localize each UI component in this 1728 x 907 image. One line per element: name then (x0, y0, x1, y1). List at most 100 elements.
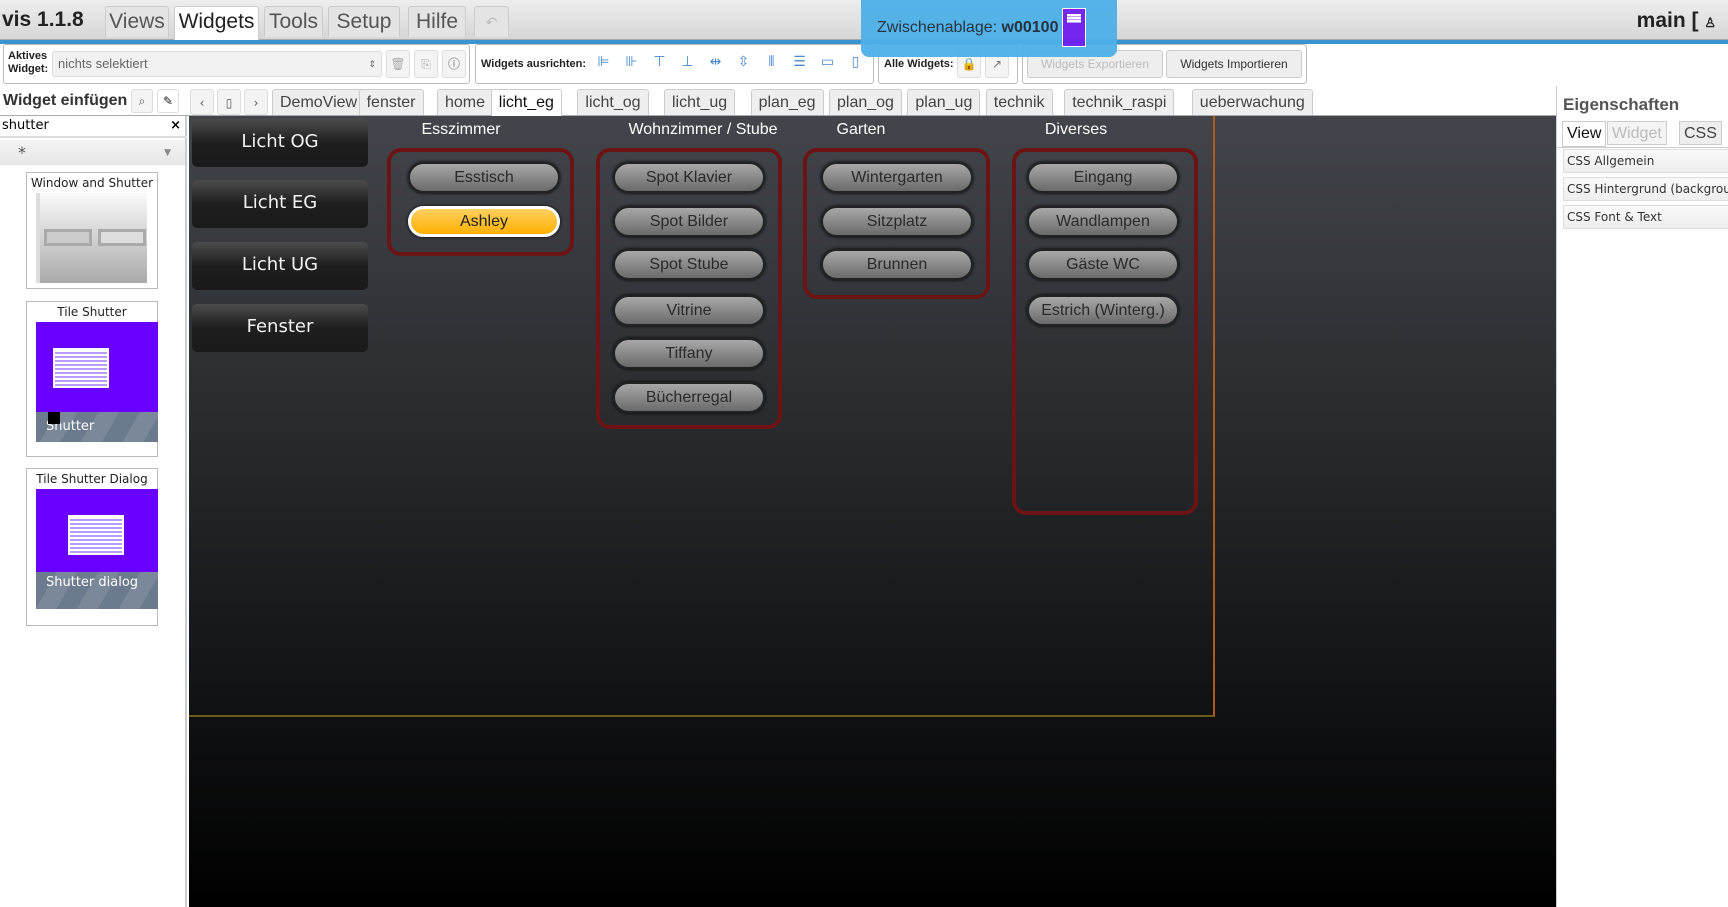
light-toggle-button[interactable]: Tiffany (613, 338, 765, 369)
section-css-allgemein[interactable]: CSS Allgemein (1563, 149, 1728, 173)
light-toggle-button[interactable]: Eingang (1027, 162, 1179, 193)
light-toggle-button[interactable]: Wintergarten (821, 162, 973, 193)
view-tab-licht_eg[interactable]: licht_eg (490, 89, 562, 117)
divider (1557, 147, 1728, 148)
shutter-icon (98, 229, 146, 246)
align-center-h-icon[interactable]: ⇹ (706, 54, 725, 70)
tile-preview: Shutter (36, 322, 158, 442)
light-toggle-button[interactable]: Brunnen (821, 249, 973, 280)
widget-palette: shutter × * ▼ Window and Shutter Tile Shut… (0, 116, 187, 907)
properties-title: Eigenschaften (1563, 95, 1680, 114)
menu-widgets[interactable]: Widgets (174, 6, 259, 41)
widget-card-tile-shutter-dialog[interactable]: Tile Shutter Dialog Shutter dialog (26, 468, 158, 626)
group-title: Esszimmer (421, 121, 501, 138)
view-tab-home[interactable]: home (437, 89, 494, 115)
tag-icon[interactable]: ✎ (157, 89, 179, 113)
active-widget-group: Aktives Widget: nichts selektiert ⇕ 🗑 ⎘ ⓘ (3, 44, 470, 84)
group-title: Garten (836, 121, 886, 138)
section-css-font[interactable]: CSS Font & Text (1563, 205, 1728, 229)
delete-icon[interactable]: 🗑 (386, 50, 410, 78)
distribute-h-icon[interactable]: ⫴ (762, 54, 781, 70)
align-top-icon[interactable]: ⊤ (650, 54, 669, 70)
view-tab-DemoView[interactable]: DemoView (272, 89, 366, 115)
distribute-v-icon[interactable]: ☰ (790, 54, 809, 70)
filter-value: shutter (2, 118, 49, 133)
light-toggle-button[interactable]: Esstisch (408, 162, 560, 193)
view-tab-fenster[interactable]: fenster (358, 89, 424, 115)
filter-input[interactable]: shutter × (0, 118, 187, 138)
nav-button-2[interactable]: Licht UG (192, 242, 368, 290)
align-icons: ⊫ ⊪ ⊤ ⊥ ⇹ ⇳ ⫴ ☰ ▭ ▯ (594, 54, 865, 70)
group-title: Diverses (1044, 121, 1108, 138)
undo-icon[interactable]: ↶ (474, 6, 509, 37)
app-title: vis 1.1.8 (2, 8, 84, 31)
widget-set-select[interactable]: * ▼ (0, 140, 185, 165)
align-right-icon[interactable]: ⊪ (622, 54, 641, 70)
search-icon[interactable]: ⌕ (131, 89, 153, 113)
info-icon[interactable]: ⓘ (442, 50, 466, 78)
light-toggle-button[interactable]: Ashley (408, 206, 560, 237)
menu-hilfe[interactable]: Hilfe (408, 6, 466, 37)
label-line-2: Widget: (8, 63, 49, 75)
chevron-right-icon[interactable]: › (244, 89, 268, 115)
import-widgets-button[interactable]: Widgets Importieren (1166, 50, 1302, 78)
label-line-1: Aktives (8, 50, 48, 62)
view-tab-technik_raspi[interactable]: technik_raspi (1064, 89, 1175, 115)
widget-card-window-shutter[interactable]: Window and Shutter (26, 172, 158, 289)
set-value: * (18, 143, 26, 162)
blind-icon (68, 515, 124, 555)
menu-tools[interactable]: Tools (264, 6, 323, 37)
same-width-icon[interactable]: ▭ (818, 54, 837, 70)
tab-css[interactable]: CSS (1679, 121, 1722, 145)
clipboard-icon[interactable]: ▯ (217, 89, 241, 115)
view-tab-plan_eg[interactable]: plan_eg (750, 89, 824, 115)
align-label: Widgets ausrichten: (481, 58, 587, 70)
widget-card-tile-shutter[interactable]: Tile Shutter Shutter (26, 301, 158, 457)
properties-panel: Eigenschaften View Widget CSS CSS Allgem… (1556, 86, 1728, 907)
clipboard-value: w00100 (1001, 19, 1059, 36)
section-css-background[interactable]: CSS Hintergrund (background) (1563, 177, 1728, 201)
light-toggle-button[interactable]: Sitzplatz (821, 206, 973, 237)
blind-icon (53, 348, 109, 388)
clipboard-text: Zwischenablage: w00100 (877, 19, 1058, 37)
clear-icon[interactable]: × (170, 118, 181, 133)
align-center-v-icon[interactable]: ⇳ (734, 54, 753, 70)
chevron-updown-icon: ⇕ (368, 59, 376, 69)
light-toggle-button[interactable]: Vitrine (613, 295, 765, 326)
tab-widget[interactable]: Widget (1607, 121, 1667, 145)
view-tab-ueberwachung[interactable]: ueberwachung (1191, 89, 1313, 115)
view-tab-plan_ug[interactable]: plan_ug (907, 89, 981, 115)
card-title: Tile Shutter (57, 305, 127, 319)
tile-caption: Shutter dialog (36, 572, 158, 609)
menu-setup[interactable]: Setup (328, 6, 400, 37)
active-widget-select[interactable]: nichts selektiert ⇕ (52, 51, 382, 77)
clipboard-widget-preview (1062, 8, 1086, 47)
light-toggle-button[interactable]: Spot Bilder (613, 206, 765, 237)
tab-view[interactable]: View (1562, 121, 1607, 147)
light-toggle-button[interactable]: Wandlampen (1027, 206, 1179, 237)
light-toggle-button[interactable]: Estrich (Winterg.) (1027, 295, 1179, 326)
light-toggle-button[interactable]: Bücherregal (613, 382, 765, 413)
user-icon: ♙ (1704, 15, 1716, 30)
select-value: nichts selektiert (58, 56, 148, 71)
light-toggle-button[interactable]: Spot Stube (613, 249, 765, 280)
menu-views[interactable]: Views (105, 6, 169, 37)
nav-button-1[interactable]: Licht EG (192, 180, 368, 228)
align-bottom-icon[interactable]: ⊥ (678, 54, 697, 70)
same-height-icon[interactable]: ▯ (846, 54, 865, 70)
card-title: Window and Shutter (30, 176, 154, 190)
view-tab-licht_ug[interactable]: licht_ug (664, 89, 736, 115)
nav-button-3[interactable]: Fenster (192, 304, 368, 352)
light-toggle-button[interactable]: Gäste WC (1027, 249, 1179, 280)
nav-button-0[interactable]: Licht OG (192, 119, 368, 167)
view-tab-plan_og[interactable]: plan_og (829, 89, 902, 115)
align-left-icon[interactable]: ⊫ (594, 54, 613, 70)
light-toggle-button[interactable]: Spot Klavier (613, 162, 765, 193)
view-tab-technik[interactable]: technik (985, 89, 1053, 115)
project-label: main [ (1636, 9, 1699, 32)
copy-icon[interactable]: ⎘ (414, 50, 438, 78)
view-tab-licht_og[interactable]: licht_og (577, 89, 649, 115)
clipboard-label: Zwischenablage: (877, 19, 998, 36)
active-widget-label: Aktives Widget: (8, 50, 48, 76)
chevron-left-icon[interactable]: ‹ (190, 89, 214, 115)
